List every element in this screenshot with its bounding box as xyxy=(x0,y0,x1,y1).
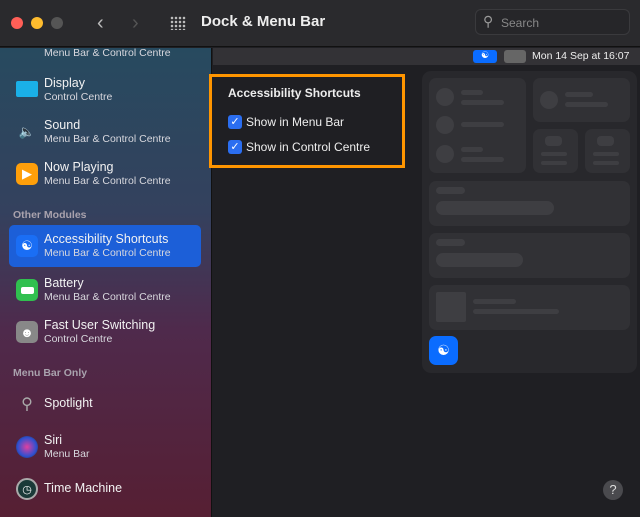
control-centre-icon xyxy=(504,50,526,63)
sidebar-item-accessibility-shortcuts[interactable]: ☯ Accessibility Shortcuts Menu Bar & Con… xyxy=(9,225,201,267)
accessibility-icon: ☯ xyxy=(16,235,38,257)
sidebar-item-display[interactable]: Display Control Centre xyxy=(9,69,201,111)
accessibility-shortcuts-preview-button: ☯ xyxy=(429,336,458,365)
search-icon: ⚲ xyxy=(483,13,494,29)
window-title: Dock & Menu Bar xyxy=(201,13,326,30)
item-label: Time Machine xyxy=(44,481,123,495)
title-bar: ‹ › Dock & Menu Bar ⚲ Search xyxy=(0,0,640,47)
forward-button[interactable]: › xyxy=(132,12,139,35)
section-header: Other Modules xyxy=(13,209,87,221)
close-button[interactable] xyxy=(11,17,23,29)
user-icon: ☻ xyxy=(16,321,38,343)
play-icon: ▶ xyxy=(16,163,38,185)
sidebar-item-subtitle: Menu Bar & Control Centre xyxy=(44,48,171,59)
item-subtitle: Menu Bar & Control Centre xyxy=(44,247,171,259)
item-subtitle: Menu Bar & Control Centre xyxy=(44,133,171,145)
display-icon xyxy=(16,81,38,97)
item-label: Sound xyxy=(44,118,81,132)
sidebar-item-sound[interactable]: 🔈 Sound Menu Bar & Control Centre xyxy=(9,111,201,153)
item-subtitle: Menu Bar xyxy=(44,448,90,460)
item-label: Accessibility Shortcuts xyxy=(44,232,169,246)
sidebar-item-now-playing[interactable]: ▶ Now Playing Menu Bar & Control Centre xyxy=(9,153,201,195)
menu-bar-preview: ☯ Mon 14 Sep at 16:07 xyxy=(213,48,640,65)
search-placeholder: Search xyxy=(501,16,540,30)
checkbox-label: Show in Menu Bar xyxy=(246,115,345,129)
help-button[interactable]: ? xyxy=(603,480,623,500)
sidebar-item-time-machine[interactable]: ◷ Time Machine xyxy=(9,468,201,510)
menu-bar-clock: Mon 14 Sep at 16:07 xyxy=(532,50,630,62)
sidebar-item-siri[interactable]: Siri Menu Bar xyxy=(9,426,201,468)
control-centre-preview xyxy=(422,71,637,373)
preview-card xyxy=(429,78,526,173)
speaker-icon: 🔈 xyxy=(18,124,36,139)
time-machine-icon: ◷ xyxy=(16,478,38,500)
preview-card xyxy=(429,181,630,226)
item-label: Spotlight xyxy=(44,396,93,410)
sidebar-item-battery[interactable]: Battery Menu Bar & Control Centre xyxy=(9,269,201,311)
preview-card xyxy=(585,129,630,173)
preview-card xyxy=(429,233,630,278)
item-subtitle: Control Centre xyxy=(44,333,113,345)
siri-icon xyxy=(16,436,38,458)
magnifier-icon: ⚲ xyxy=(21,396,33,413)
search-input[interactable]: ⚲ Search xyxy=(475,9,630,35)
accessibility-shortcuts-options: Accessibility Shortcuts ✓ Show in Menu B… xyxy=(209,74,405,168)
item-label: Display xyxy=(44,76,85,90)
sidebar: Menu Bar & Control Centre Display Contro… xyxy=(0,48,212,517)
battery-icon xyxy=(16,279,38,301)
item-subtitle: Menu Bar & Control Centre xyxy=(44,291,171,303)
zoom-button[interactable] xyxy=(51,17,63,29)
checkbox-label: Show in Control Centre xyxy=(246,140,371,154)
show-in-menu-bar-checkbox[interactable]: ✓ xyxy=(228,115,242,129)
item-subtitle: Menu Bar & Control Centre xyxy=(44,175,171,187)
back-button[interactable]: ‹ xyxy=(97,12,104,35)
minimize-button[interactable] xyxy=(31,17,43,29)
grid-icon[interactable] xyxy=(170,16,186,30)
item-label: Battery xyxy=(44,276,84,290)
section-header: Menu Bar Only xyxy=(13,367,88,379)
section-title: Accessibility Shortcuts xyxy=(228,86,361,100)
item-label: Siri xyxy=(44,433,63,447)
accessibility-icon: ☯ xyxy=(437,342,450,358)
item-label: Fast User Switching xyxy=(44,318,156,332)
accessibility-menu-icon: ☯ xyxy=(473,50,497,63)
item-subtitle: Control Centre xyxy=(44,91,113,103)
sidebar-item-fast-user-switching[interactable]: ☻ Fast User Switching Control Centre xyxy=(9,311,201,353)
preview-card xyxy=(533,129,578,173)
preview-card xyxy=(533,78,630,122)
show-in-control-centre-checkbox[interactable]: ✓ xyxy=(228,140,242,154)
sidebar-item-spotlight[interactable]: ⚲ Spotlight xyxy=(9,383,201,425)
item-label: Now Playing xyxy=(44,160,114,174)
preview-card xyxy=(429,285,630,330)
